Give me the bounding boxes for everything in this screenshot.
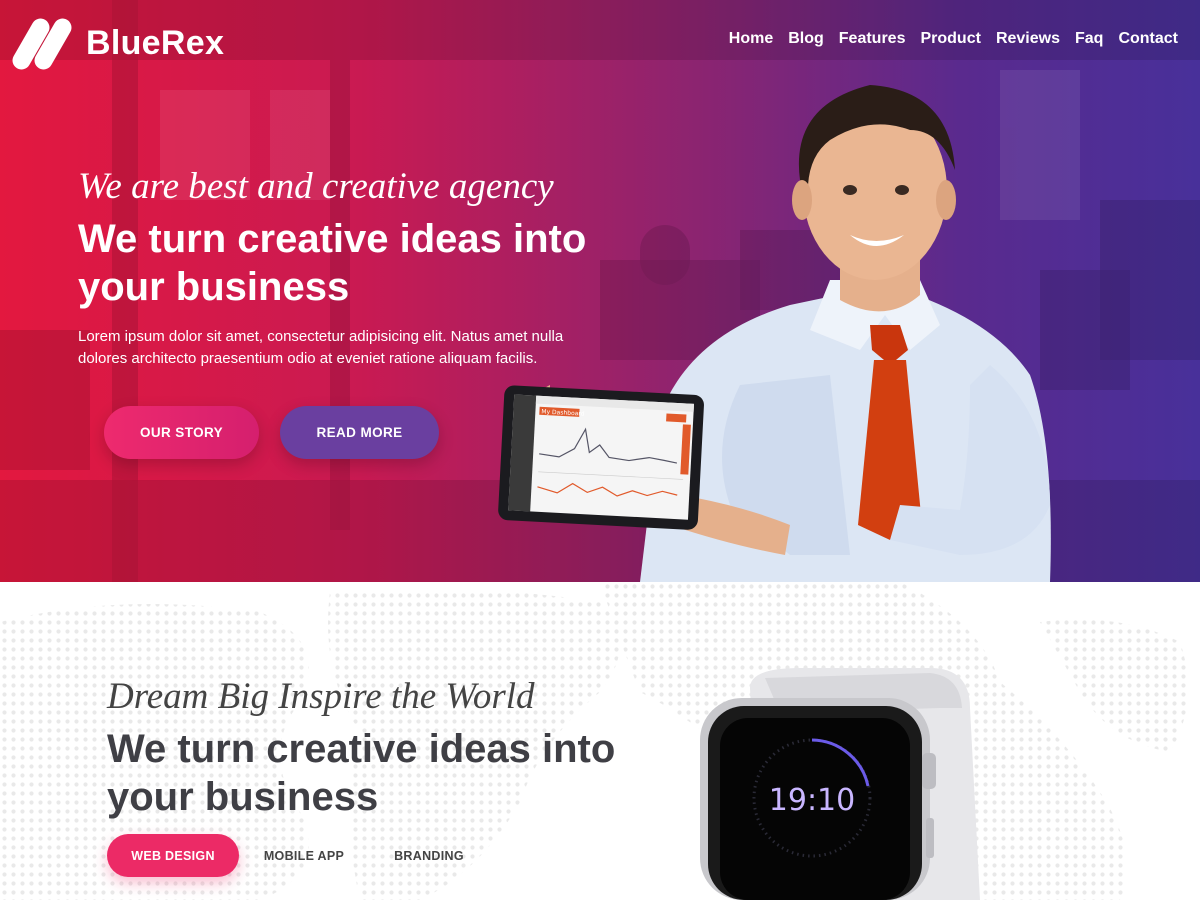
main-nav: Home Blog Features Product Reviews Faq C…	[729, 30, 1178, 48]
hero-tagline: We are best and creative agency	[78, 166, 554, 207]
read-more-button[interactable]: READ MORE	[280, 406, 439, 459]
nav-blog[interactable]: Blog	[788, 30, 824, 48]
our-story-button[interactable]: OUR STORY	[104, 406, 259, 459]
businessman-with-tablet-image: My Dashboard	[498, 85, 1051, 582]
nav-features[interactable]: Features	[839, 30, 906, 48]
nav-faq[interactable]: Faq	[1075, 30, 1103, 48]
features-section: Dream Big Inspire the World We turn crea…	[0, 582, 1200, 900]
brand-name: BlueRex	[86, 23, 225, 62]
nav-reviews[interactable]: Reviews	[996, 30, 1060, 48]
nav-contact[interactable]: Contact	[1118, 30, 1178, 48]
tab-web-design[interactable]: WEB DESIGN	[107, 834, 239, 877]
smartwatch-image: 19:10	[700, 668, 980, 900]
brand-logo[interactable]: BlueRex	[9, 14, 225, 73]
watch-time: 19:10	[769, 783, 855, 818]
tab-branding[interactable]: BRANDING	[385, 834, 473, 877]
nav-product[interactable]: Product	[920, 30, 980, 48]
hero-section: BlueRex Home Blog Features Product Revie…	[0, 0, 1200, 582]
section-title: We turn creative ideas into your busines…	[107, 727, 616, 819]
nav-home[interactable]: Home	[729, 30, 773, 48]
section-tagline: Dream Big Inspire the World	[107, 676, 535, 717]
tab-mobile-app[interactable]: MOBILE APP	[255, 834, 353, 877]
logo-mark-icon	[9, 14, 78, 73]
